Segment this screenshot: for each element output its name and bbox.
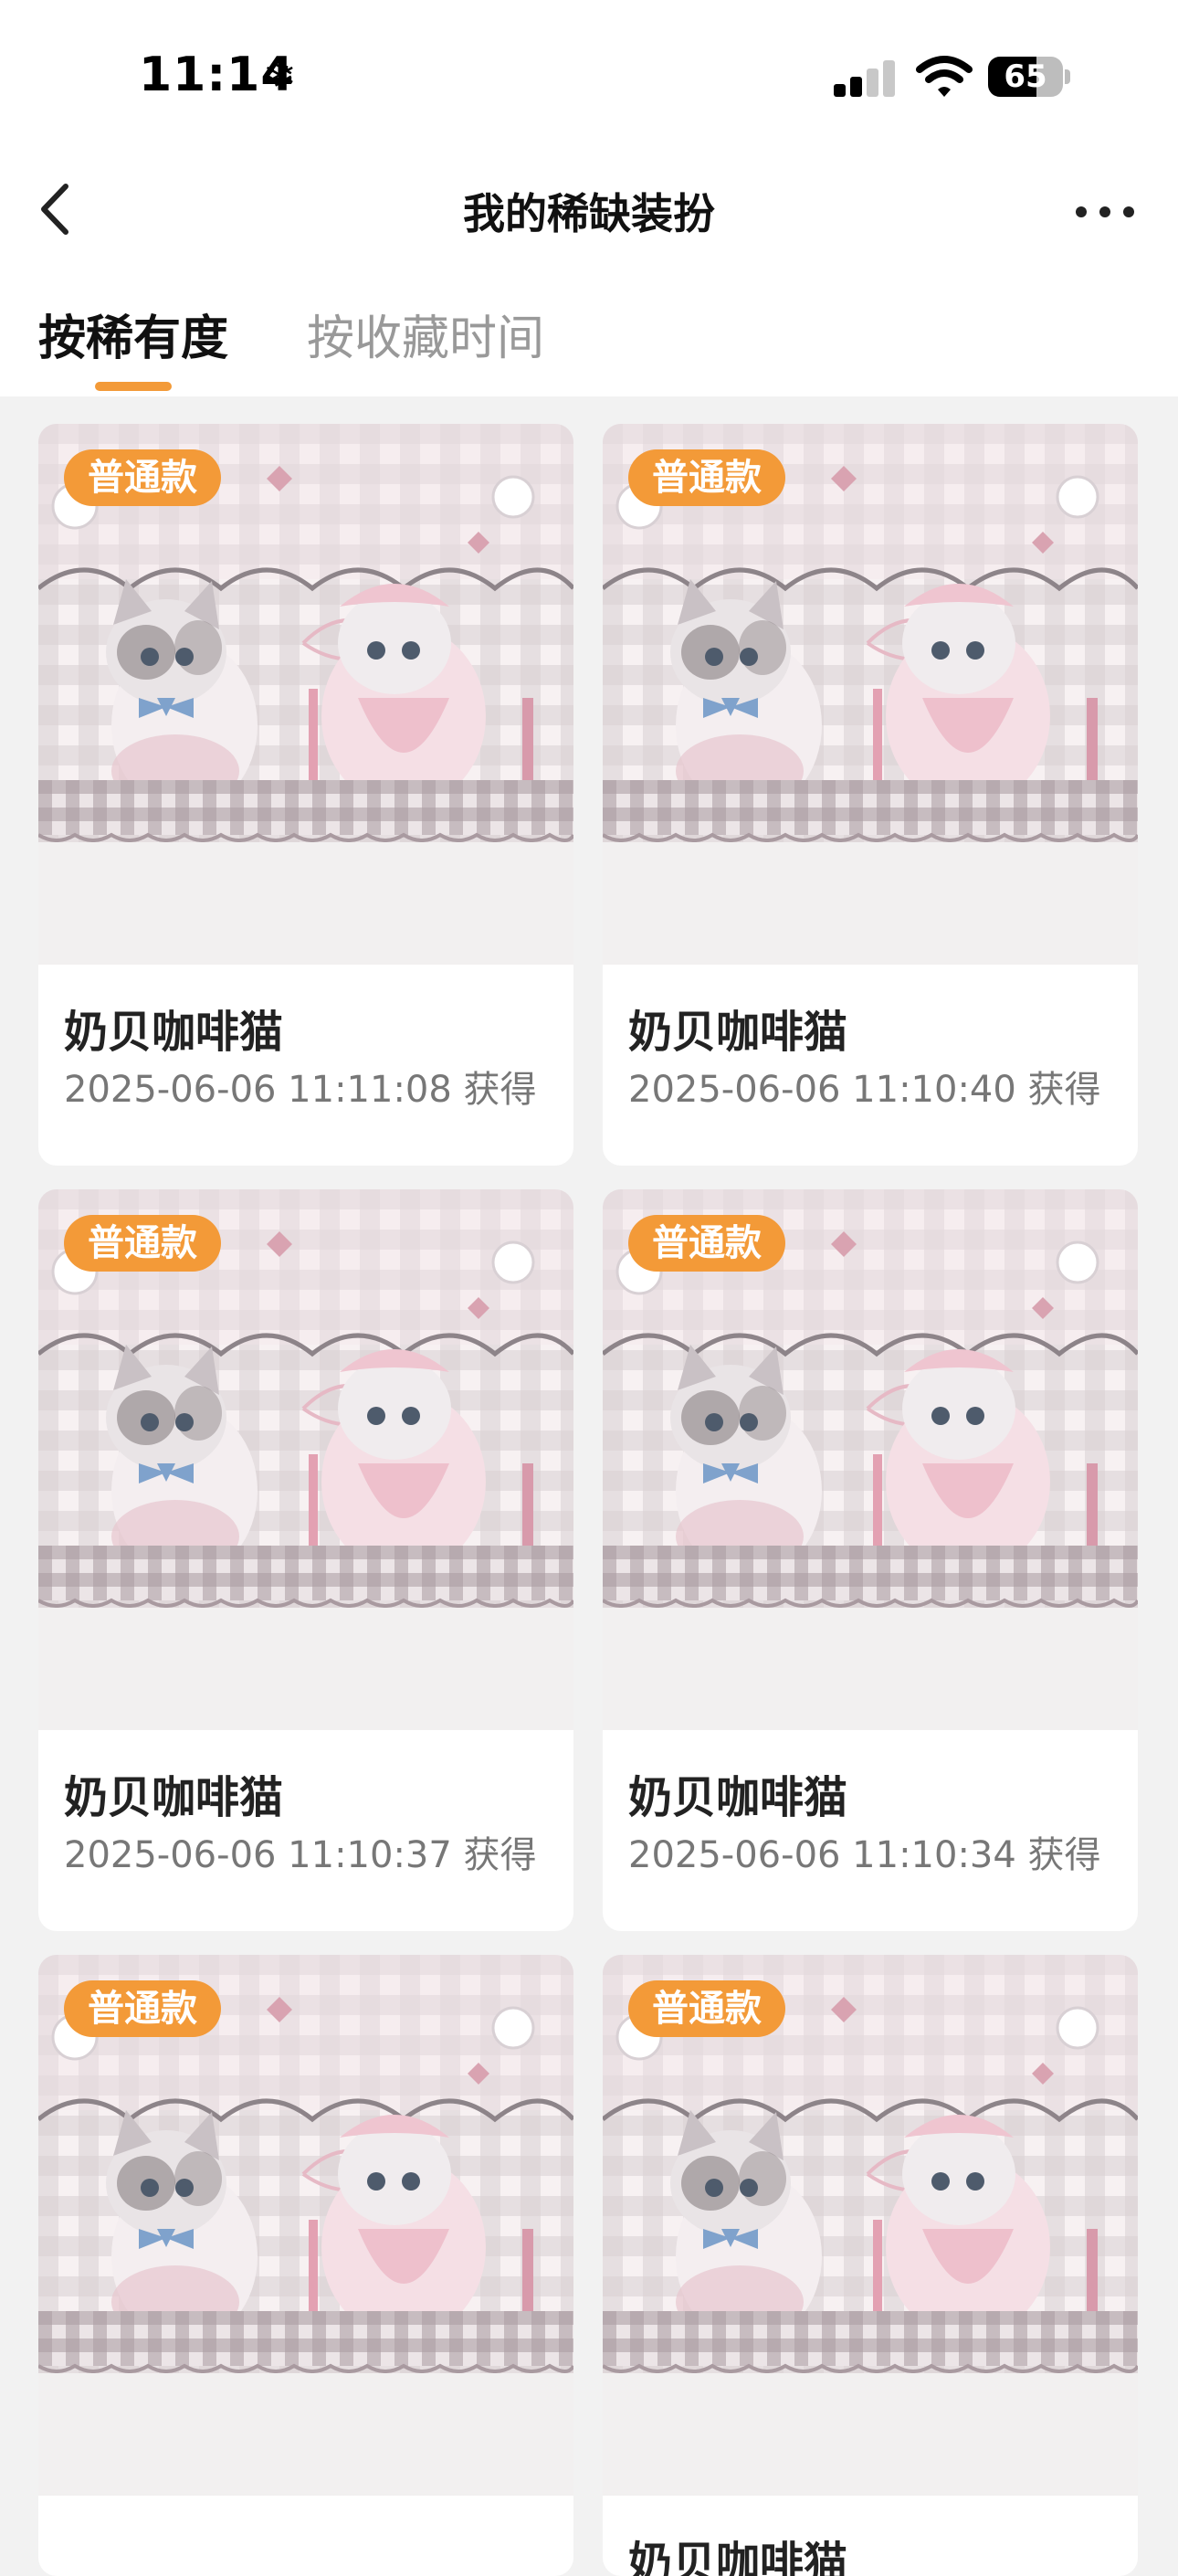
rarity-badge: 普通款 (64, 449, 221, 506)
sort-tabs: 按稀有度 按收藏时间 (0, 267, 1178, 396)
obtained-time: 2025-06-06 11:10:34 获得 (628, 1834, 1101, 1876)
more-dots-icon[interactable] (1068, 183, 1141, 238)
outfit-name: 奶贝咖啡猫 (628, 2538, 848, 2576)
outfit-image: 普通款 (603, 424, 1138, 965)
nav-bar: 我的稀缺装扮 (0, 155, 1178, 269)
status-bar: 11:14 ❄ 65 (0, 0, 1178, 155)
wifi-icon (916, 56, 973, 97)
page-title: 我的稀缺装扮 (463, 189, 715, 238)
battery-level-text: 65 (1004, 58, 1047, 95)
rarity-badge: 普通款 (628, 1215, 785, 1272)
tab-by-rarity[interactable]: 按稀有度 (38, 300, 228, 368)
outfit-card[interactable]: 普通款 (38, 1955, 573, 2576)
obtained-time: 2025-06-06 11:10:40 获得 (628, 1069, 1101, 1111)
outfit-card[interactable]: 普通款 奶贝咖啡猫 2025-06-06 11:10:40 获得 (603, 424, 1138, 1166)
tab-active-indicator (95, 382, 172, 391)
outfit-image: 普通款 (38, 1955, 573, 2496)
outfit-name: 奶贝咖啡猫 (64, 1007, 284, 1058)
rarity-badge: 普通款 (64, 1980, 221, 2037)
outfit-image: 普通款 (603, 1189, 1138, 1730)
outfit-name: 奶贝咖啡猫 (64, 1772, 284, 1823)
obtained-time: 2025-06-06 11:11:08 获得 (64, 1069, 537, 1111)
outfit-card[interactable]: 普通款 奶贝咖啡猫 2025-06-06 11:11:08 获得 (38, 424, 573, 1166)
snowflake-icon: ❄ (263, 53, 297, 100)
cellular-signal-icon (834, 60, 898, 97)
outfit-name: 奶贝咖啡猫 (628, 1772, 848, 1823)
outfit-image: 普通款 (603, 1955, 1138, 2496)
rarity-badge: 普通款 (64, 1215, 221, 1272)
outfit-image: 普通款 (38, 424, 573, 965)
tab-by-collect-time[interactable]: 按收藏时间 (307, 300, 544, 368)
outfit-card[interactable]: 普通款 奶贝咖啡猫 (603, 1955, 1138, 2576)
battery-icon: 65 (988, 57, 1070, 97)
outfit-card[interactable]: 普通款 奶贝咖啡猫 2025-06-06 11:10:34 获得 (603, 1189, 1138, 1931)
outfit-card[interactable]: 普通款 奶贝咖啡猫 2025-06-06 11:10:37 获得 (38, 1189, 573, 1931)
obtained-time: 2025-06-06 11:10:37 获得 (64, 1834, 537, 1876)
outfit-image: 普通款 (38, 1189, 573, 1730)
rarity-badge: 普通款 (628, 1980, 785, 2037)
outfit-name: 奶贝咖啡猫 (628, 1007, 848, 1058)
rarity-badge: 普通款 (628, 449, 785, 506)
